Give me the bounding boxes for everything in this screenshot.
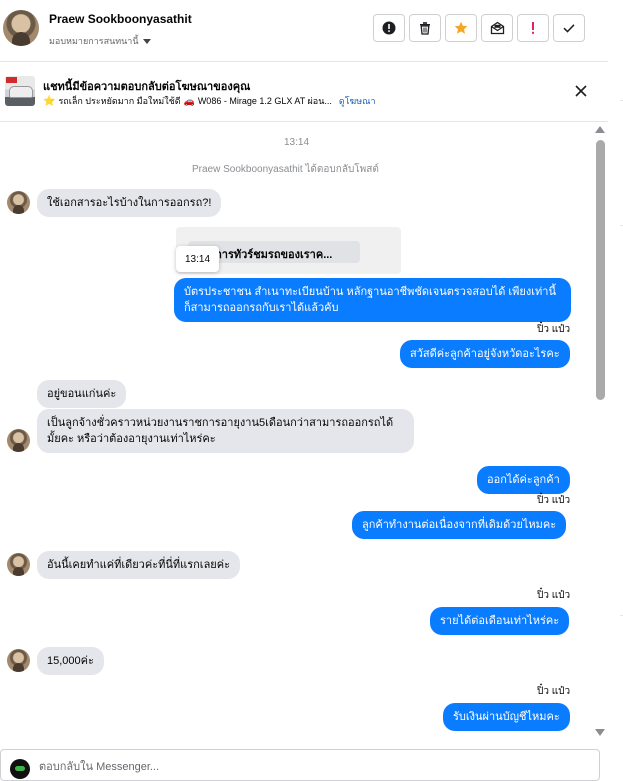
star-button[interactable] — [445, 14, 477, 42]
sender-name: ปิ๋ว แป๋ว — [537, 686, 571, 697]
page-avatar — [10, 759, 30, 779]
star-emoji-icon: ⭐ — [43, 95, 56, 107]
incoming-message[interactable]: เป็นลูกจ้างชั่วคราวหน่วยงานราชการอายุงาน… — [37, 409, 414, 453]
sender-name: ปิ๋ว แป๋ว — [537, 495, 571, 506]
contact-avatar — [7, 191, 30, 214]
outgoing-message[interactable]: บัตรประชาชน สำเนาทะเบียนบ้าน หลักฐานอาชี… — [174, 278, 571, 322]
reply-input[interactable] — [39, 758, 579, 776]
info-circle-icon — [382, 21, 396, 35]
ad-banner-subtitle: ⭐ รถเล็ก ประหยัดมาก มือใหม่ใช้ดี 🚗 W086 … — [43, 94, 376, 108]
contact-avatar[interactable] — [3, 10, 39, 46]
incoming-message[interactable]: ใช้เอกสารอะไรบ้างในการออกรถ?! — [37, 189, 222, 217]
star-icon — [454, 21, 468, 34]
outgoing-message[interactable]: ออกได้ค่ะลูกค้า — [477, 466, 570, 494]
info-button[interactable] — [373, 14, 405, 42]
outgoing-message[interactable]: รายได้ต่อเดือนเท่าไหร่คะ — [430, 607, 570, 635]
scroll-up-arrow-icon[interactable] — [595, 126, 605, 133]
caret-down-icon — [142, 38, 151, 44]
outgoing-message[interactable]: สวัสดีค่ะลูกค้าอยู่จังหวัดอะไรคะ — [400, 340, 570, 368]
exclamation-icon — [532, 22, 534, 34]
contact-avatar — [7, 429, 30, 452]
thread-timestamp: 13:14 — [284, 137, 310, 148]
incoming-message[interactable]: 15,000ค่ะ — [37, 647, 104, 675]
conversation-toolbar — [373, 14, 585, 42]
done-button[interactable] — [553, 14, 585, 42]
ad-banner-title: แชทนี้มีข้อความตอบกลับต่อโฆษณาของคุณ — [43, 81, 251, 93]
sender-name: ปิ๋ว แป๋ว — [537, 590, 571, 601]
scroll-down-arrow-icon[interactable] — [595, 729, 605, 736]
time-tooltip: 13:14 — [176, 246, 219, 272]
message-thread[interactable]: 13:14 Praew Sookboonyasathit ได้ตอบกลับโ… — [0, 123, 594, 740]
contact-avatar — [7, 553, 30, 576]
view-ad-link[interactable]: ดูโฆษณา — [339, 94, 376, 108]
ad-thumbnail[interactable] — [5, 76, 35, 106]
check-icon — [563, 24, 575, 33]
assign-conversation-dropdown[interactable]: มอบหมายการสนทนานี้ — [49, 34, 151, 48]
reply-composer — [0, 749, 600, 781]
outgoing-message[interactable]: ลูกค้าทำงานต่อเนื่องจากที่เดิมด้วยไหมคะ — [352, 511, 567, 539]
sender-name: ปิ๋ว แป๋ว — [537, 324, 571, 335]
ad-reply-banner: แชทนี้มีข้อความตอบกลับต่อโฆษณาของคุณ ⭐ ร… — [0, 62, 608, 122]
ad-model-text: W086 - Mirage 1.2 GLX AT ผ่อน... — [197, 96, 332, 106]
incoming-message[interactable]: อันนี้เคยทำแค่ที่เดียวค่ะที่นี่ที่แรกเลย… — [37, 551, 241, 579]
conversation-header: Praew Sookboonyasathit มอบหมายการสนทนานี… — [0, 0, 608, 62]
spam-button[interactable] — [517, 14, 549, 42]
car-emoji-icon: 🚗 — [183, 95, 195, 106]
ad-subtitle-text: รถเล็ก ประหยัดมาก มือใหม่ใช้ดี — [58, 96, 181, 106]
system-note: Praew Sookboonyasathit ได้ตอบกลับโพสต์ — [192, 164, 379, 175]
close-icon[interactable] — [574, 84, 588, 98]
assign-label: มอบหมายการสนทนานี้ — [49, 36, 139, 46]
delete-button[interactable] — [409, 14, 441, 42]
outgoing-message[interactable]: รับเงินผ่านบัญชีไหมคะ — [443, 703, 570, 731]
contact-name[interactable]: Praew Sookboonyasathit — [49, 12, 192, 26]
trash-icon — [420, 22, 430, 35]
contact-avatar — [7, 649, 30, 672]
mark-unread-button[interactable] — [481, 14, 513, 42]
mail-open-icon — [490, 21, 504, 35]
scrollbar-thumb[interactable] — [596, 140, 605, 400]
incoming-message[interactable]: อยู่ขอนแก่นค่ะ — [37, 380, 127, 408]
